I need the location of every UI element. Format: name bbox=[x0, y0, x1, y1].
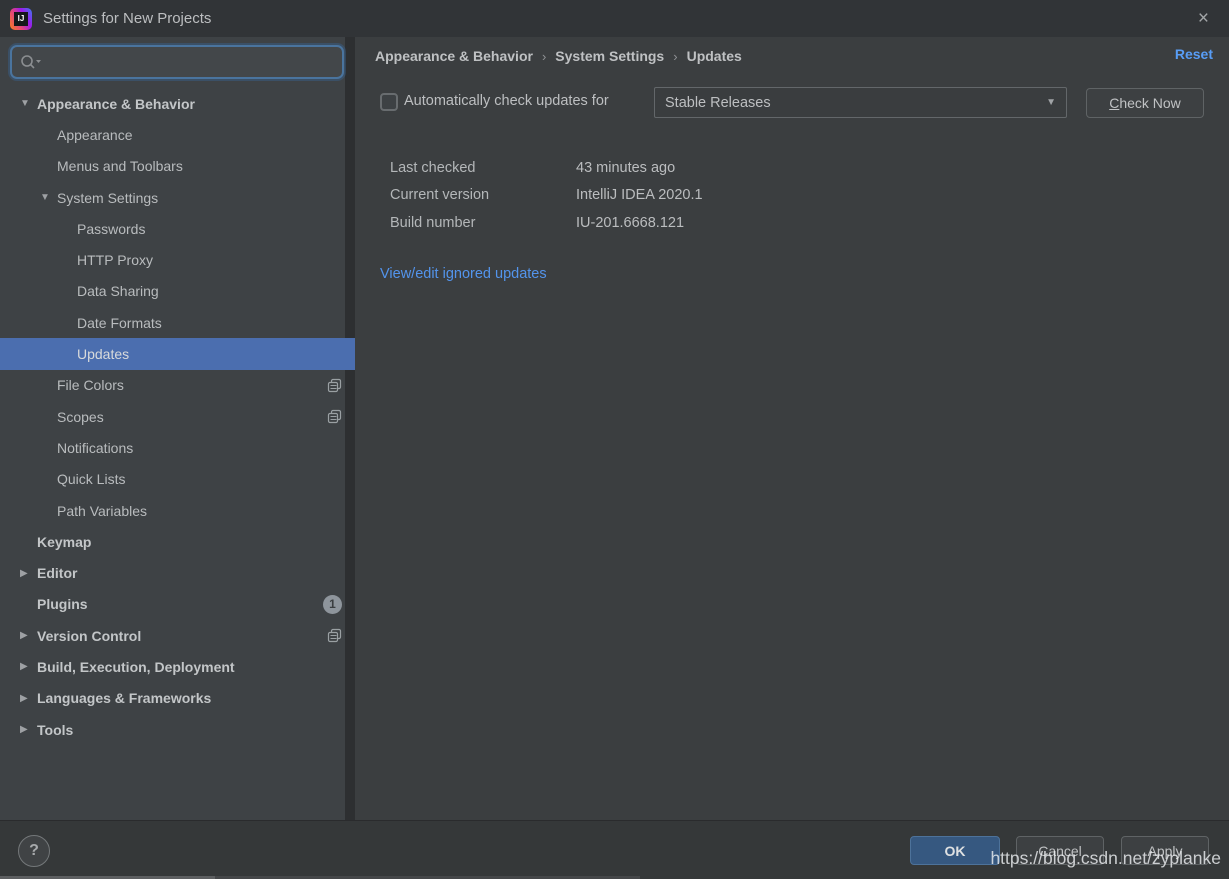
sidebar-item-label: Languages & Frameworks bbox=[37, 690, 211, 706]
settings-search-input[interactable] bbox=[10, 45, 344, 79]
sidebar-item-quick-lists[interactable]: Quick Lists bbox=[0, 464, 355, 495]
sidebar-item-label: HTTP Proxy bbox=[77, 252, 153, 268]
chevron-collapsed-icon[interactable]: ▶ bbox=[20, 661, 37, 672]
sidebar-item-plugins[interactable]: Plugins 1 bbox=[0, 589, 355, 620]
sidebar-item-system-settings[interactable]: ▼System Settings bbox=[0, 182, 355, 213]
sidebar-item-scopes[interactable]: Scopes bbox=[0, 401, 355, 432]
chevron-expanded-icon[interactable]: ▼ bbox=[40, 192, 57, 203]
chevron-expanded-icon[interactable]: ▼ bbox=[20, 98, 37, 109]
sidebar-item-path-variables[interactable]: Path Variables bbox=[0, 495, 355, 526]
release-channel-value: Stable Releases bbox=[665, 95, 771, 111]
sidebar-item-label: Notifications bbox=[57, 440, 133, 456]
info-label: Current version bbox=[390, 187, 576, 203]
sidebar-item-label: Tools bbox=[37, 722, 73, 738]
sidebar-item-label: Keymap bbox=[37, 534, 91, 550]
dialog-footer: ? OK Cancel Apply bbox=[0, 820, 1229, 879]
info-row: Last checked43 minutes ago bbox=[390, 154, 703, 182]
check-now-label: Check Now bbox=[1109, 95, 1181, 111]
settings-tree: ▼Appearance & BehaviorAppearanceMenus an… bbox=[0, 88, 355, 745]
cancel-button[interactable]: Cancel bbox=[1016, 836, 1104, 865]
breadcrumb-separator: › bbox=[664, 49, 686, 64]
help-button[interactable]: ? bbox=[18, 835, 50, 867]
auto-update-row: Automatically check updates for Stable R… bbox=[355, 87, 1229, 118]
sidebar-item-label: Updates bbox=[77, 346, 129, 362]
sidebar-item-notifications[interactable]: Notifications bbox=[0, 432, 355, 463]
sidebar-item-passwords[interactable]: Passwords bbox=[0, 213, 355, 244]
chevron-collapsed-icon[interactable]: ▶ bbox=[20, 630, 37, 641]
breadcrumb-separator: › bbox=[533, 49, 555, 64]
sidebar-item-label: Plugins bbox=[37, 596, 88, 612]
sidebar-item-file-colors[interactable]: File Colors bbox=[0, 370, 355, 401]
breadcrumb-item[interactable]: Updates bbox=[687, 48, 742, 64]
sidebar-item-label: Data Sharing bbox=[77, 283, 159, 299]
info-label: Last checked bbox=[390, 160, 576, 176]
chevron-collapsed-icon[interactable]: ▶ bbox=[20, 693, 37, 704]
sidebar-item-keymap[interactable]: Keymap bbox=[0, 526, 355, 557]
sidebar-item-label: System Settings bbox=[57, 190, 158, 206]
copy-icon bbox=[327, 628, 342, 643]
intellij-logo-icon: IJ bbox=[10, 8, 32, 30]
chevron-collapsed-icon[interactable]: ▶ bbox=[20, 724, 37, 735]
sidebar-item-http-proxy[interactable]: HTTP Proxy bbox=[0, 244, 355, 275]
auto-check-checkbox[interactable] bbox=[380, 93, 398, 111]
info-label: Build number bbox=[390, 215, 576, 231]
copy-icon bbox=[327, 409, 342, 424]
sidebar-item-label: Passwords bbox=[77, 221, 145, 237]
info-value: 43 minutes ago bbox=[576, 160, 675, 176]
title-bar: IJ Settings for New Projects × bbox=[0, 0, 1229, 37]
ok-button[interactable]: OK bbox=[910, 836, 1000, 865]
sidebar-item-build-execution-deployment[interactable]: ▶Build, Execution, Deployment bbox=[0, 651, 355, 682]
info-value: IU-201.6668.121 bbox=[576, 215, 684, 231]
copy-icon bbox=[327, 378, 342, 393]
settings-content: Appearance & Behavior›System Settings›Up… bbox=[355, 37, 1229, 820]
sidebar-item-label: Editor bbox=[37, 565, 77, 581]
info-value: IntelliJ IDEA 2020.1 bbox=[576, 187, 703, 203]
sidebar-item-label: Quick Lists bbox=[57, 471, 125, 487]
breadcrumb-item[interactable]: System Settings bbox=[555, 48, 664, 64]
settings-dialog: IJ Settings for New Projects × ▼Appearan… bbox=[0, 0, 1229, 879]
view-ignored-updates-link[interactable]: View/edit ignored updates bbox=[380, 266, 547, 282]
intellij-logo-monogram: IJ bbox=[14, 12, 28, 26]
sidebar-item-label: Scopes bbox=[57, 409, 104, 425]
sidebar-item-appearance[interactable]: Appearance bbox=[0, 119, 355, 150]
window-title: Settings for New Projects bbox=[43, 10, 211, 27]
chevron-collapsed-icon[interactable]: ▶ bbox=[20, 568, 37, 579]
sidebar-item-languages-frameworks[interactable]: ▶Languages & Frameworks bbox=[0, 683, 355, 714]
settings-sidebar: ▼Appearance & BehaviorAppearanceMenus an… bbox=[0, 37, 355, 820]
sidebar-item-date-formats[interactable]: Date Formats bbox=[0, 307, 355, 338]
sidebar-item-tools[interactable]: ▶Tools bbox=[0, 714, 355, 745]
plugins-count-badge: 1 bbox=[323, 595, 342, 614]
breadcrumb: Appearance & Behavior›System Settings›Up… bbox=[375, 46, 742, 66]
breadcrumb-item[interactable]: Appearance & Behavior bbox=[375, 48, 533, 64]
sidebar-item-version-control[interactable]: ▶Version Control bbox=[0, 620, 355, 651]
sidebar-item-updates[interactable]: Updates bbox=[0, 338, 355, 369]
sidebar-item-editor[interactable]: ▶Editor bbox=[0, 557, 355, 588]
info-row: Build numberIU-201.6668.121 bbox=[390, 209, 703, 237]
sidebar-item-appearance-behavior[interactable]: ▼Appearance & Behavior bbox=[0, 88, 355, 119]
update-info-block: Last checked43 minutes agoCurrent versio… bbox=[390, 154, 703, 237]
sidebar-item-label: Date Formats bbox=[77, 315, 162, 331]
auto-check-label[interactable]: Automatically check updates for bbox=[404, 93, 609, 109]
sidebar-item-label: Menus and Toolbars bbox=[57, 158, 183, 174]
release-channel-select[interactable]: Stable Releases ▼ bbox=[654, 87, 1067, 118]
sidebar-item-menus-and-toolbars[interactable]: Menus and Toolbars bbox=[0, 151, 355, 182]
sidebar-item-label: Version Control bbox=[37, 628, 141, 644]
close-icon[interactable]: × bbox=[1192, 7, 1215, 30]
sidebar-item-label: Path Variables bbox=[57, 503, 147, 519]
sidebar-item-label: Appearance bbox=[57, 127, 133, 143]
search-icon[interactable] bbox=[20, 54, 42, 70]
chevron-down-icon[interactable]: ▼ bbox=[1046, 97, 1056, 108]
info-row: Current versionIntelliJ IDEA 2020.1 bbox=[390, 182, 703, 210]
sidebar-item-label: Appearance & Behavior bbox=[37, 96, 195, 112]
sidebar-item-label: File Colors bbox=[57, 377, 124, 393]
reset-link[interactable]: Reset bbox=[1175, 46, 1213, 62]
apply-button[interactable]: Apply bbox=[1121, 836, 1209, 865]
sidebar-item-data-sharing[interactable]: Data Sharing bbox=[0, 276, 355, 307]
check-now-button[interactable]: Check Now bbox=[1086, 88, 1204, 118]
sidebar-item-label: Build, Execution, Deployment bbox=[37, 659, 235, 675]
